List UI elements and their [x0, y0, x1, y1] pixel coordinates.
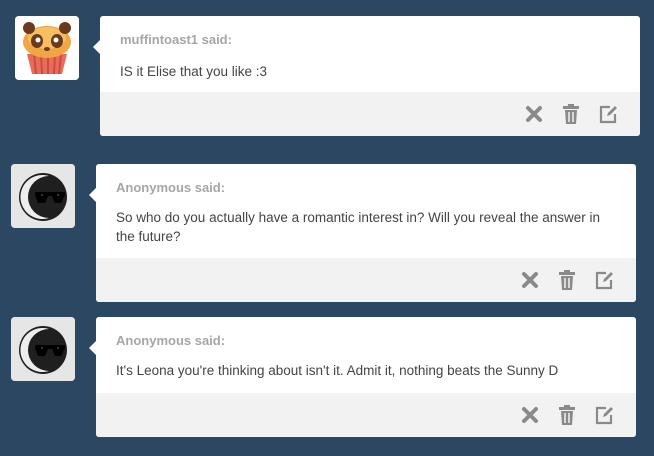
trash-button[interactable]: [555, 403, 579, 427]
ask-card: Anonymous said: So who do you actually h…: [89, 164, 636, 302]
ask-message: It's Leona you're thinking about isn't i…: [116, 363, 559, 378]
trash-button[interactable]: [559, 102, 583, 126]
x-icon: [522, 272, 538, 288]
anonymous-sunglasses-avatar-icon: [11, 164, 75, 228]
ask-footer: [96, 393, 636, 437]
edit-icon: [595, 406, 613, 425]
trash-icon: [559, 405, 575, 425]
trash-icon: [559, 270, 575, 290]
muffin-panda-avatar-icon: [15, 16, 79, 80]
asker-name[interactable]: Anonymous said:: [116, 333, 225, 348]
asker-name[interactable]: Anonymous said:: [116, 180, 225, 195]
trash-button[interactable]: [555, 268, 579, 292]
ask-post: Anonymous said: It's Leona you're thinki…: [0, 317, 654, 437]
avatar[interactable]: [11, 317, 75, 381]
ask-card: muffintoast1 said: IS it Elise that you …: [93, 16, 640, 136]
anonymous-sunglasses-avatar-icon: [11, 317, 75, 381]
ask-card: Anonymous said: It's Leona you're thinki…: [89, 317, 636, 437]
ask-message: So who do you actually have a romantic i…: [116, 210, 600, 244]
asker-name[interactable]: muffintoast1 said:: [120, 32, 232, 47]
delete-button[interactable]: [518, 268, 542, 292]
delete-button[interactable]: [522, 102, 546, 126]
x-icon: [522, 407, 538, 423]
edit-button[interactable]: [592, 403, 616, 427]
ask-post: Anonymous said: So who do you actually h…: [0, 164, 654, 302]
edit-icon: [599, 105, 617, 124]
edit-button[interactable]: [592, 268, 616, 292]
ask-footer: [100, 92, 640, 136]
edit-button[interactable]: [596, 102, 620, 126]
avatar[interactable]: [15, 16, 79, 80]
delete-button[interactable]: [518, 403, 542, 427]
x-icon: [526, 106, 542, 122]
ask-post: muffintoast1 said: IS it Elise that you …: [0, 16, 654, 136]
trash-icon: [563, 104, 579, 124]
avatar[interactable]: [11, 164, 75, 228]
edit-icon: [595, 271, 613, 290]
ask-message: IS it Elise that you like :3: [120, 64, 268, 79]
ask-footer: [96, 258, 636, 302]
